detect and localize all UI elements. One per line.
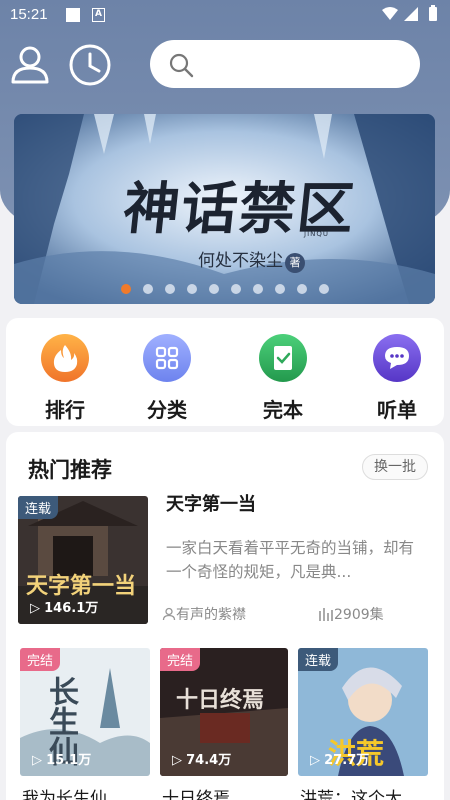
battery-icon — [429, 7, 437, 21]
banner-author-name: 何处不染尘 — [198, 251, 283, 271]
featured-title[interactable]: 天字第一当 — [166, 490, 256, 516]
grid-cover-2-text: 十日终焉 — [176, 687, 265, 713]
banner-stamp: 著 — [285, 253, 305, 273]
profile-icon[interactable] — [10, 44, 50, 90]
pagination-dot[interactable] — [274, 284, 285, 294]
pagination-dot[interactable] — [318, 284, 329, 294]
book-check-icon — [259, 334, 307, 382]
grid-cover-2[interactable]: 十日终焉 完结 74.4万 — [160, 648, 288, 776]
grid-cover-1-tag: 完结 — [20, 648, 61, 671]
category-rank-label: 排行 — [45, 398, 85, 422]
grid-cover-1[interactable]: 长生仙 完结 15.1万 — [20, 648, 150, 776]
banner-author: 何处不染尘著 — [198, 246, 305, 273]
pagination-dot[interactable] — [142, 284, 153, 294]
recommend-card: 热门推荐 换一批 天字第一当 连载 146.1万 天字第一当 一家白天看着平平无… — [6, 432, 444, 800]
grid-cover-3-tag: 连载 — [298, 648, 339, 671]
category-classify-label: 分类 — [147, 398, 187, 422]
swap-batch-button[interactable]: 换一批 — [362, 454, 428, 480]
promo-banner[interactable]: 神话禁区 JINQU 何处不染尘著 — [14, 114, 435, 304]
grid-cover-2-count: 74.4万 — [172, 749, 231, 768]
notification-a-icon: A — [92, 8, 105, 22]
grid-cover-1-count: 15.1万 — [32, 749, 91, 768]
category-finished[interactable]: 完本 — [238, 334, 328, 423]
banner-pagination — [14, 284, 435, 294]
bars-icon — [319, 608, 333, 621]
status-time: 15:21 — [10, 6, 48, 23]
grid-cover-3-count: 27.7万 — [310, 749, 369, 768]
grid-title-1[interactable]: 我为长生仙 — [22, 784, 107, 800]
category-playlist[interactable]: 听单 — [352, 334, 442, 423]
status-bar: 15:21 A — [0, 0, 450, 30]
featured-play-count: 146.1万 — [30, 597, 98, 616]
history-clock-icon[interactable] — [68, 43, 112, 91]
banner-subtitle: JINQU — [304, 230, 329, 238]
grid-icon — [143, 334, 191, 382]
pagination-dot[interactable] — [208, 284, 219, 294]
pagination-dot[interactable] — [252, 284, 263, 294]
category-finished-label: 完本 — [263, 398, 303, 422]
status-right-icons — [380, 5, 442, 27]
search-bar[interactable] — [150, 40, 420, 88]
pagination-dot[interactable] — [230, 284, 241, 294]
category-card: 排行 分类 完本 听单 — [6, 318, 444, 426]
category-playlist-label: 听单 — [377, 398, 417, 422]
pagination-dot[interactable] — [164, 284, 175, 294]
featured-episodes: 2909集 — [318, 604, 384, 624]
flame-icon — [41, 334, 89, 382]
featured-status-tag: 连载 — [18, 496, 59, 519]
grid-cover-2-tag: 完结 — [160, 648, 201, 671]
signal-icon — [404, 7, 418, 21]
featured-author: 有声的紫襟 — [162, 604, 246, 624]
category-classify[interactable]: 分类 — [122, 334, 212, 423]
chat-bubble-icon — [373, 334, 421, 382]
featured-cover[interactable]: 天字第一当 连载 146.1万 — [18, 496, 148, 624]
person-icon — [162, 607, 176, 621]
featured-cover-text: 天字第一当 — [26, 573, 137, 599]
grid-cover-3[interactable]: 洪荒 连载 27.7万 — [298, 648, 428, 776]
wifi-icon — [382, 7, 398, 20]
pagination-dot[interactable] — [296, 284, 307, 294]
pagination-dot[interactable] — [120, 284, 131, 294]
category-rank[interactable]: 排行 — [20, 334, 110, 423]
featured-description: 一家白天看着平平无奇的当铺，却有一个奇怪的规矩，凡是典... — [166, 539, 415, 581]
notification-square-icon — [66, 8, 80, 22]
featured-episode-count: 2909集 — [334, 607, 384, 623]
section-title: 热门推荐 — [28, 458, 112, 482]
grid-title-3[interactable]: 洪荒：这个大 — [300, 784, 402, 800]
featured-author-name: 有声的紫襟 — [176, 607, 246, 623]
pagination-dot[interactable] — [186, 284, 197, 294]
grid-title-2[interactable]: 十日终焉 — [162, 784, 230, 800]
search-icon — [168, 52, 194, 82]
